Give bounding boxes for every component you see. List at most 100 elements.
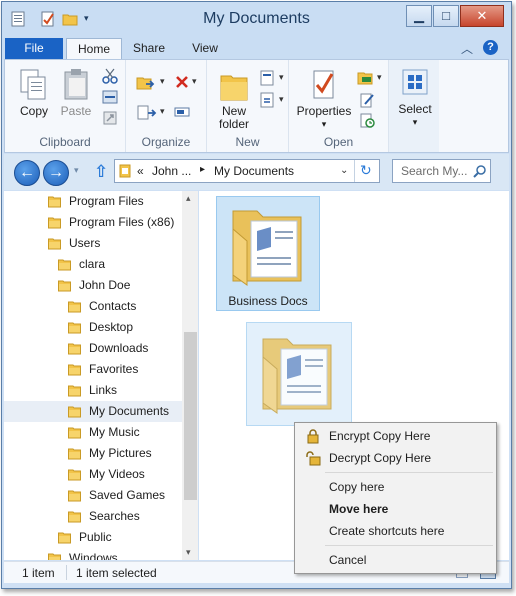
new-folder-button[interactable]: New folder bbox=[213, 68, 255, 131]
folder-icon bbox=[58, 532, 71, 544]
navigation-pane[interactable]: Program Files Program Files (x86) Users cla… bbox=[4, 191, 198, 560]
collapse-ribbon-icon[interactable]: ︿ bbox=[461, 40, 473, 57]
tree-item[interactable]: Program Files bbox=[4, 191, 182, 212]
tree-item[interactable]: My Music bbox=[4, 422, 182, 443]
rename-icon[interactable] bbox=[174, 104, 192, 118]
select-label: Select bbox=[398, 102, 432, 116]
move-to-dropdown-icon[interactable]: ▾ bbox=[160, 76, 165, 87]
delete-icon[interactable] bbox=[174, 74, 190, 88]
maximize-button[interactable]: □ bbox=[433, 5, 459, 27]
close-button[interactable]: ✕ bbox=[460, 5, 504, 27]
copy-to-dropdown-icon[interactable]: ▾ bbox=[160, 106, 165, 117]
search-icon[interactable] bbox=[473, 164, 487, 178]
folder-item-business-docs[interactable]: Business Docs bbox=[216, 196, 320, 311]
copy-path-icon[interactable] bbox=[102, 90, 118, 104]
search-placeholder: Search My... bbox=[401, 164, 468, 178]
breadcrumb-my-documents[interactable]: My Documents bbox=[214, 164, 294, 178]
properties-dropdown-icon[interactable]: ▾ bbox=[295, 118, 353, 131]
address-history-dropdown-icon[interactable]: ⌄ bbox=[340, 165, 348, 176]
explorer-window: ▾ My Documents ▁ □ ✕ File Home Share Vie… bbox=[1, 1, 512, 589]
back-button[interactable]: ← bbox=[14, 160, 40, 186]
tree-item[interactable]: Program Files (x86) bbox=[4, 212, 182, 233]
open-dropdown-icon[interactable]: ▾ bbox=[377, 72, 382, 83]
paste-label: Paste bbox=[60, 104, 92, 118]
tree-item[interactable]: Saved Games bbox=[4, 485, 182, 506]
scroll-down-icon[interactable]: ▾ bbox=[186, 547, 191, 558]
delete-dropdown-icon[interactable]: ▾ bbox=[192, 76, 197, 87]
menu-item-encrypt-copy[interactable]: Encrypt Copy Here bbox=[297, 425, 494, 447]
select-group: Select ▾ bbox=[389, 60, 439, 152]
breadcrumb-john-doe[interactable]: John ... bbox=[152, 164, 191, 178]
select-icon bbox=[402, 69, 428, 95]
tree-item[interactable]: Contacts bbox=[4, 296, 182, 317]
folder-icon bbox=[68, 490, 81, 502]
tree-item[interactable]: Desktop bbox=[4, 317, 182, 338]
tree-item-label: Desktop bbox=[89, 320, 134, 334]
breadcrumb-prefix[interactable]: « bbox=[137, 164, 144, 178]
tree-item[interactable]: Users bbox=[4, 233, 182, 254]
menu-item-create-shortcuts[interactable]: Create shortcuts here bbox=[297, 520, 494, 542]
tree-item[interactable]: My Documents bbox=[4, 401, 182, 422]
menu-item-copy-here[interactable]: Copy here bbox=[297, 476, 494, 498]
up-arrow-icon[interactable]: ⇧ bbox=[94, 162, 108, 182]
organize-group: ▾ ▾ ▾ Organize bbox=[126, 60, 207, 152]
tab-home[interactable]: Home bbox=[66, 38, 122, 60]
tree-item-label: My Videos bbox=[89, 467, 145, 481]
tree-item[interactable]: Links bbox=[4, 380, 182, 401]
menu-item-decrypt-copy[interactable]: Decrypt Copy Here bbox=[297, 447, 494, 469]
select-button[interactable]: Select ▾ bbox=[397, 66, 433, 129]
refresh-icon[interactable]: ↻ bbox=[360, 162, 372, 179]
paste-shortcut-icon[interactable] bbox=[102, 110, 118, 125]
minimize-button[interactable]: ▁ bbox=[406, 5, 432, 27]
help-icon[interactable]: ? bbox=[483, 40, 498, 55]
paste-icon bbox=[64, 69, 88, 100]
cut-icon[interactable] bbox=[102, 68, 118, 84]
search-box[interactable]: Search My... bbox=[392, 159, 491, 183]
folder-icon bbox=[68, 301, 81, 313]
tree-item[interactable]: My Pictures bbox=[4, 443, 182, 464]
tree-item[interactable]: Favorites bbox=[4, 359, 182, 380]
tab-file[interactable]: File bbox=[5, 38, 63, 60]
tree-item[interactable]: Public bbox=[4, 527, 182, 548]
easy-access-icon[interactable] bbox=[259, 92, 279, 108]
copy-button[interactable]: Copy bbox=[15, 68, 53, 118]
forward-button[interactable]: → bbox=[43, 160, 69, 186]
folder-icon bbox=[68, 364, 81, 376]
folder-icon bbox=[58, 280, 71, 292]
history-icon[interactable] bbox=[359, 112, 375, 128]
folder-name-label: Business Docs bbox=[228, 294, 308, 308]
new-folder-label-2: folder bbox=[218, 117, 250, 131]
easy-access-dropdown-icon[interactable]: ▾ bbox=[279, 94, 284, 105]
breadcrumb-separator[interactable]: ▸ bbox=[200, 164, 205, 175]
tree-item-label: clara bbox=[79, 257, 106, 271]
copy-to-icon[interactable] bbox=[136, 104, 158, 122]
tab-share[interactable]: Share bbox=[126, 38, 172, 60]
folder-icon bbox=[68, 427, 81, 439]
paste-button[interactable]: Paste bbox=[57, 68, 95, 118]
tree-item[interactable]: My Videos bbox=[4, 464, 182, 485]
folder-icon bbox=[68, 343, 81, 355]
scroll-up-icon[interactable]: ▴ bbox=[186, 193, 191, 204]
edit-icon[interactable] bbox=[359, 92, 375, 108]
new-item-icon[interactable] bbox=[259, 70, 279, 86]
tree-item[interactable]: Searches bbox=[4, 506, 182, 527]
move-to-icon[interactable] bbox=[136, 74, 158, 92]
address-bar[interactable]: « John ... ▸ My Documents ⌄ ↻ bbox=[114, 159, 380, 183]
scrollbar-thumb[interactable] bbox=[184, 332, 197, 500]
menu-separator-1 bbox=[325, 472, 493, 473]
properties-button[interactable]: Properties ▾ bbox=[295, 68, 353, 131]
new-item-dropdown-icon[interactable]: ▾ bbox=[279, 72, 284, 83]
menu-item-move-here[interactable]: Move here bbox=[297, 498, 494, 520]
tree-item[interactable]: Windows bbox=[4, 548, 182, 560]
recent-locations-icon[interactable]: ▾ bbox=[74, 165, 79, 176]
tab-view[interactable]: View bbox=[182, 38, 228, 60]
open-icon[interactable] bbox=[357, 70, 377, 86]
tree-item-label: My Music bbox=[89, 425, 140, 439]
tree-item[interactable]: clara bbox=[4, 254, 182, 275]
tree-item-label: Program Files bbox=[69, 194, 144, 208]
tree-item-label: Links bbox=[89, 383, 118, 397]
tree-item[interactable]: John Doe bbox=[4, 275, 182, 296]
select-dropdown-icon[interactable]: ▾ bbox=[397, 116, 433, 129]
menu-item-cancel[interactable]: Cancel bbox=[297, 549, 494, 571]
tree-item[interactable]: Downloads bbox=[4, 338, 182, 359]
